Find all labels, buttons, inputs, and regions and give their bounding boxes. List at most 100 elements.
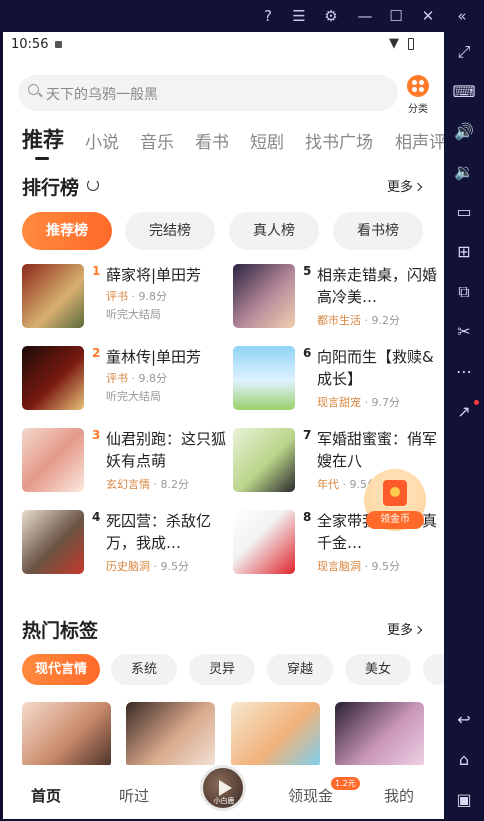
menu-icon[interactable]: ☰ xyxy=(289,6,309,26)
book-note: 听完大结局 xyxy=(106,390,161,403)
pill-recommend-list[interactable]: 推荐榜 xyxy=(22,212,112,250)
maximize-icon[interactable]: ☐ xyxy=(386,6,406,26)
home-icon[interactable]: ⌂ xyxy=(452,748,476,772)
back-icon[interactable]: ↩ xyxy=(452,708,476,732)
hot-book-cover-3[interactable] xyxy=(231,702,320,768)
minimize-icon[interactable]: — xyxy=(355,6,375,26)
fullscreen-icon[interactable]: ⤢ xyxy=(452,40,476,64)
emulator-title-bar: ? ☰ ⚙ — ☐ ✕ « xyxy=(0,0,484,32)
install-apk-icon[interactable]: ⊞ xyxy=(452,240,476,264)
hot-book-cover-2[interactable] xyxy=(126,702,215,768)
book-title: 童林传|单田芳 xyxy=(106,348,202,366)
tab-short-drama[interactable]: 短剧 xyxy=(250,128,284,153)
pill-human-voice-list[interactable]: 真人榜 xyxy=(229,212,319,250)
book-score: 9.8分 xyxy=(138,372,168,385)
tags-more-link[interactable]: 更多 xyxy=(387,619,423,638)
book-title: 死囚营：杀敌亿万，我成… xyxy=(106,512,212,552)
book-item-3[interactable]: 3 仙君别跑：这只狐妖有点萌 玄幻言情 · 8.2分 xyxy=(22,428,232,500)
tab-crosstalk[interactable]: 相声评 xyxy=(395,128,444,153)
book-item-2[interactable]: 2 童林传|单田芳 评书 · 9.8分 听完大结局 xyxy=(22,346,232,418)
book-score: 9.5分 xyxy=(371,560,401,573)
wifi-icon: ▼ xyxy=(389,36,399,51)
book-genre: 都市生活 xyxy=(317,314,361,327)
cash-badge: 1.2元 xyxy=(331,777,360,790)
tab-music[interactable]: 音乐 xyxy=(140,128,174,153)
tag-more-partial[interactable] xyxy=(423,654,444,685)
rank-number: 2 xyxy=(92,346,101,360)
book-genre: 玄幻言情 xyxy=(106,478,150,491)
emulator-side-toolbar: ⤢ ⌨ 🔊 🔉 ▭ ⊞ ⧉ ✂ ⋯ ↗ ↩ ⌂ ▣ xyxy=(444,32,484,821)
book-title: 薛家将|单田芳 xyxy=(106,266,202,284)
collect-coins-widget[interactable]: 领金币 xyxy=(364,469,426,531)
book-score: 8.2分 xyxy=(160,478,190,491)
nav-profile[interactable]: 我的 xyxy=(384,785,414,806)
recents-icon[interactable]: ▣ xyxy=(452,788,476,812)
tab-reading[interactable]: 看书 xyxy=(195,128,229,153)
status-time: 10:56 xyxy=(11,37,49,52)
share-icon[interactable]: ↗ xyxy=(452,400,476,424)
notification-dot xyxy=(474,400,479,405)
book-cover-6 xyxy=(233,346,295,410)
nav-history[interactable]: 听过 xyxy=(119,785,149,806)
scissors-icon[interactable]: ✂ xyxy=(452,320,476,344)
book-cover-4 xyxy=(22,510,84,574)
tag-time-travel[interactable]: 穿越 xyxy=(267,654,333,685)
battery-icon xyxy=(408,38,414,50)
book-meta: 评书 · 9.8分 xyxy=(106,372,168,385)
search-bar[interactable]: 天下的乌鸦一般黑 xyxy=(18,75,398,111)
notification-icon xyxy=(55,41,62,48)
refresh-icon[interactable] xyxy=(87,179,99,191)
book-title: 向阳而生【救赎&成长】 xyxy=(317,348,434,388)
rank-number: 8 xyxy=(303,510,312,524)
chevron-right-icon xyxy=(413,625,423,635)
bottom-nav: 首页 听过 小白鹿 领现金 1.2元 我的 xyxy=(3,765,444,819)
book-genre: 现言脑洞 xyxy=(317,560,361,573)
tab-book-square[interactable]: 找书广场 xyxy=(305,128,373,153)
keyboard-icon[interactable]: ⌨ xyxy=(452,80,476,104)
multi-instance-icon[interactable]: ⧉ xyxy=(452,280,476,304)
gear-icon[interactable]: ⚙ xyxy=(321,6,341,26)
mini-player[interactable]: 小白鹿 xyxy=(200,765,246,811)
player-label: 小白鹿 xyxy=(213,797,235,805)
tag-system[interactable]: 系统 xyxy=(111,654,177,685)
rank-number: 5 xyxy=(303,264,312,278)
pill-reading-list[interactable]: 看书榜 xyxy=(333,212,423,250)
help-icon[interactable]: ? xyxy=(258,6,278,26)
nav-home[interactable]: 首页 xyxy=(31,785,61,806)
book-genre: 历史脑洞 xyxy=(106,560,150,573)
tag-supernatural[interactable]: 灵异 xyxy=(189,654,255,685)
book-item-1[interactable]: 1 薛家将|单田芳 评书 · 9.8分 听完大结局 xyxy=(22,264,232,336)
collect-coins-label: 领金币 xyxy=(366,511,424,529)
tab-recommend[interactable]: 推荐 xyxy=(22,124,64,154)
more-icon[interactable]: ⋯ xyxy=(452,360,476,384)
hot-book-cover-4[interactable] xyxy=(335,702,424,768)
book-meta: 评书 · 9.8分 xyxy=(106,290,167,303)
volume-up-icon[interactable]: 🔊 xyxy=(452,120,476,144)
tag-beauty[interactable]: 美女 xyxy=(345,654,411,685)
hot-book-cover-1[interactable] xyxy=(22,702,111,768)
book-cover-7 xyxy=(233,428,295,492)
category-label: 分类 xyxy=(408,104,428,115)
pill-finished-list[interactable]: 完结榜 xyxy=(125,212,215,250)
ranking-more-link[interactable]: 更多 xyxy=(387,176,423,195)
rank-number: 1 xyxy=(92,264,101,278)
tab-novel[interactable]: 小说 xyxy=(85,128,119,153)
book-item-6[interactable]: 6 向阳而生【救赎&成长】 现言甜宠 · 9.7分 xyxy=(233,346,443,418)
book-item-4[interactable]: 4 死囚营：杀敌亿万，我成… 历史脑洞 · 9.5分 xyxy=(22,510,232,582)
ranking-title: 排行榜 xyxy=(22,177,80,199)
collapse-sidebar-icon[interactable]: « xyxy=(452,6,472,26)
screen-icon[interactable]: ▭ xyxy=(452,200,476,224)
rank-number: 3 xyxy=(92,428,101,442)
book-meta: 都市生活 · 9.2分 xyxy=(317,314,400,327)
book-score: 9.5分 xyxy=(160,560,190,573)
rank-number: 4 xyxy=(92,510,101,524)
status-bar: 10:56 ▼ xyxy=(3,32,444,58)
tag-modern-romance[interactable]: 现代言情 xyxy=(22,654,100,685)
search-icon xyxy=(28,84,39,95)
book-item-5[interactable]: 5 相亲走错桌，闪婚高冷美… 都市生活 · 9.2分 xyxy=(233,264,443,336)
nav-cash[interactable]: 领现金 xyxy=(288,785,333,806)
category-button[interactable]: 分类 xyxy=(403,75,433,115)
ranking-more-label: 更多 xyxy=(387,180,414,195)
volume-down-icon[interactable]: 🔉 xyxy=(452,160,476,184)
close-icon[interactable]: ✕ xyxy=(418,6,438,26)
